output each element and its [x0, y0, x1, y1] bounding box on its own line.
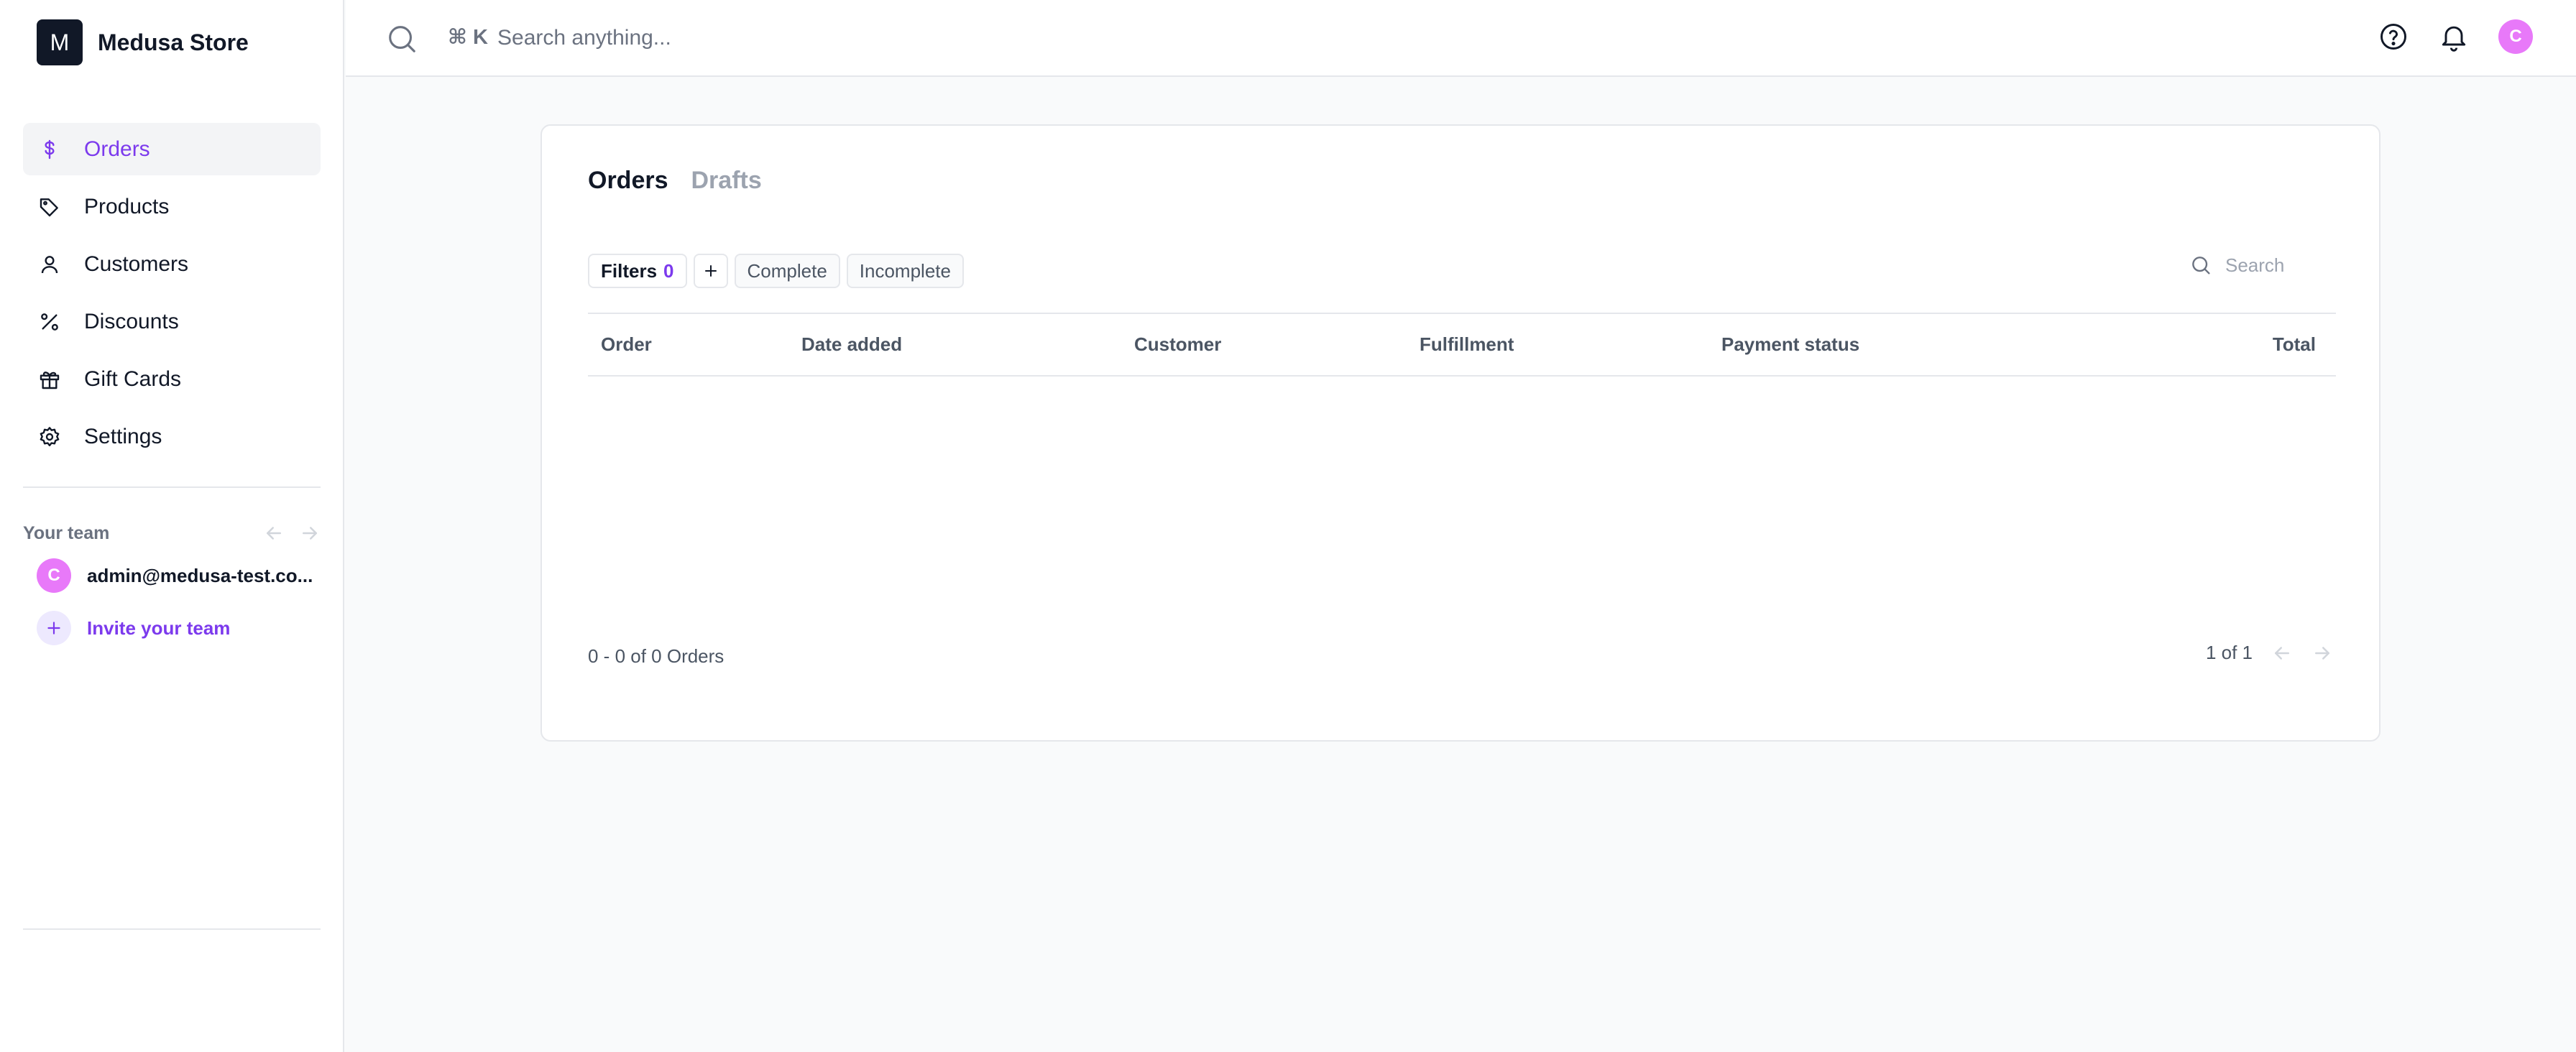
sidebar-item-products[interactable]: Products	[23, 180, 321, 233]
sidebar-item-settings[interactable]: Settings	[23, 410, 321, 463]
orders-count: 0 - 0 of 0 Orders	[588, 645, 724, 667]
plus-icon	[37, 611, 71, 645]
user-avatar[interactable]: C	[2498, 19, 2533, 54]
filters-count: 0	[663, 259, 674, 282]
sidebar-divider	[23, 928, 321, 930]
gift-icon	[38, 368, 61, 391]
user-icon	[38, 253, 61, 276]
sidebar-item-label: Orders	[84, 137, 150, 161]
store-header[interactable]: M Medusa Store	[37, 19, 249, 65]
search-icon	[389, 26, 415, 52]
store-logo: M	[37, 19, 83, 65]
help-icon[interactable]	[2378, 21, 2409, 52]
team-pager	[263, 522, 321, 544]
sidebar-item-label: Discounts	[84, 309, 179, 333]
plus-icon	[704, 265, 717, 277]
topbar: ⌘ K C	[346, 0, 2576, 77]
arrow-right-icon[interactable]	[299, 522, 321, 544]
column-order[interactable]: Order	[601, 333, 652, 356]
column-date-added[interactable]: Date added	[801, 333, 902, 356]
topbar-actions: C	[2378, 19, 2533, 54]
sidebar-nav: Orders Products Customers Discounts Gift…	[23, 123, 321, 468]
avatar: C	[37, 558, 71, 593]
team-title: Your team	[23, 522, 110, 543]
sidebar-item-customers[interactable]: Customers	[23, 238, 321, 290]
sidebar-divider	[23, 486, 321, 488]
team-header: Your team	[23, 519, 321, 548]
tab-orders[interactable]: Orders	[588, 167, 668, 195]
store-name: Medusa Store	[98, 29, 249, 55]
gear-icon	[38, 425, 61, 448]
arrow-left-icon[interactable]	[263, 522, 285, 544]
search-icon	[2192, 257, 2210, 274]
global-search-input[interactable]	[497, 22, 1072, 55]
arrow-right-icon[interactable]	[2312, 642, 2333, 664]
column-payment-status[interactable]: Payment status	[1721, 333, 1859, 356]
sidebar: M Medusa Store Orders Products Customers	[0, 0, 344, 1052]
table-header: Order Date added Customer Fulfillment Pa…	[588, 313, 2336, 377]
sidebar-item-discounts[interactable]: Discounts	[23, 295, 321, 348]
sidebar-item-label: Settings	[84, 424, 162, 448]
invite-team-button[interactable]: Invite your team	[37, 611, 230, 645]
table-search	[2189, 254, 2333, 277]
quick-filter-incomplete[interactable]: Incomplete	[846, 254, 964, 288]
pagination: 1 of 1	[2206, 642, 2333, 664]
filters-button[interactable]: Filters 0	[588, 254, 687, 288]
percent-icon	[38, 310, 61, 333]
arrow-left-icon[interactable]	[2271, 642, 2293, 664]
quick-filter-complete[interactable]: Complete	[734, 254, 840, 288]
add-filter-button[interactable]	[693, 254, 728, 288]
dollar-icon	[38, 138, 61, 161]
column-fulfillment[interactable]: Fulfillment	[1420, 333, 1514, 356]
orders-tabs: Orders Drafts	[588, 167, 762, 195]
orders-search-input[interactable]	[2225, 254, 2333, 277]
filter-bar: Filters 0 Complete Incomplete	[588, 254, 964, 288]
team-member[interactable]: C admin@medusa-test.co...	[37, 558, 313, 593]
column-customer[interactable]: Customer	[1134, 333, 1221, 356]
invite-label: Invite your team	[87, 617, 231, 639]
sidebar-item-label: Customers	[84, 252, 189, 276]
filters-label: Filters	[601, 259, 658, 282]
sidebar-item-label: Products	[84, 194, 170, 218]
column-total[interactable]: Total	[2273, 333, 2316, 356]
sidebar-item-gift-cards[interactable]: Gift Cards	[23, 353, 321, 405]
sidebar-item-label: Gift Cards	[84, 366, 182, 391]
tab-drafts[interactable]: Drafts	[691, 167, 762, 195]
bell-icon[interactable]	[2438, 21, 2470, 52]
orders-card: Orders Drafts Filters 0 Complete Incompl…	[540, 124, 2380, 742]
tag-icon	[38, 195, 61, 218]
page-indicator: 1 of 1	[2205, 642, 2253, 663]
shortcut-hint: ⌘ K	[448, 26, 488, 49]
member-email: admin@medusa-test.co...	[87, 564, 313, 586]
sidebar-item-orders[interactable]: Orders	[23, 123, 321, 175]
